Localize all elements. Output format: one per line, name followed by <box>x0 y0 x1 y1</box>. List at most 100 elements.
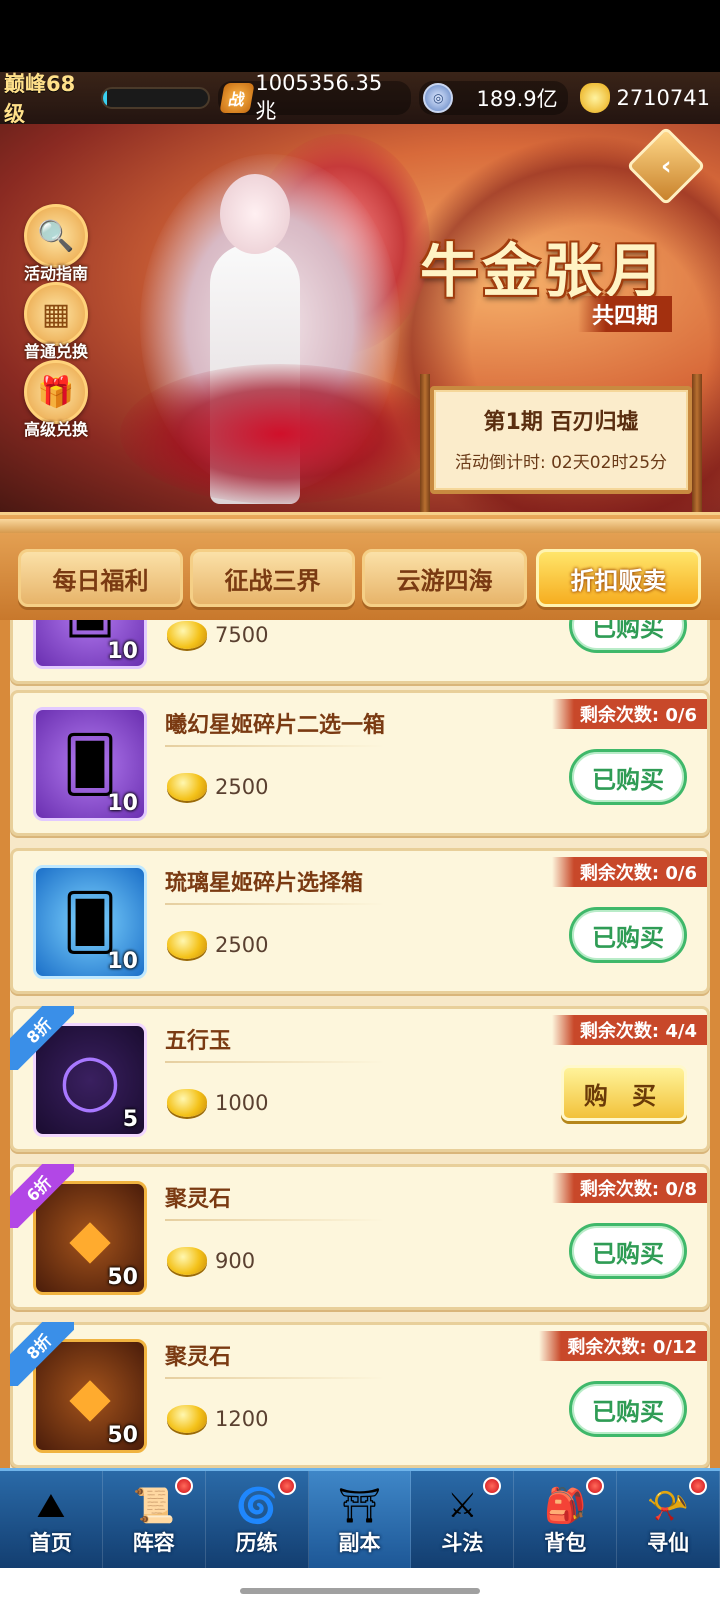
activity-guide-label: 活动指南 <box>23 264 88 283</box>
price-value: 1000 <box>215 1091 269 1115</box>
item-quantity: 50 <box>107 1265 138 1290</box>
back-arrow-icon: ‹ <box>660 151 672 181</box>
power-value: 1005356.35兆 <box>255 71 383 123</box>
power-display: 战 1005356.35兆 <box>217 71 412 123</box>
shop-list[interactable]: ▣ 10 7500 已购买 🂠 10 曦幻星姬碎片二选一箱 剩余次数: 0/6 … <box>0 620 720 1468</box>
nav-seek-immortal[interactable]: 📯 寻仙 <box>617 1471 720 1568</box>
nav-training[interactable]: 🌀 历练 <box>206 1471 309 1568</box>
normal-exchange-button[interactable]: ▦ 普通兑换 <box>18 282 94 362</box>
discount-tag: 6折 <box>10 1164 74 1228</box>
bought-button[interactable]: 已购买 <box>569 907 687 963</box>
shop-item: ◆ 50 8折 聚灵石 剩余次数: 0/12 1200 已购买 <box>10 1322 710 1468</box>
gate-dungeon-icon: ⛩ <box>337 1486 382 1526</box>
item-price: 900 <box>167 1247 255 1275</box>
nav-label: 副本 <box>338 1531 381 1555</box>
resource-bar: 巅峰68级 战 1005356.35兆 ◎ 189.9亿 2710741 <box>0 71 720 126</box>
item-name: 曦幻星姬碎片二选一箱 <box>165 713 386 738</box>
item-price: 2500 <box>167 931 268 959</box>
period-title: 第1期 百刃归墟 <box>483 410 639 435</box>
price-value: 900 <box>215 1249 256 1273</box>
bought-button[interactable]: 已购买 <box>569 1381 687 1437</box>
tab-daily-welfare[interactable]: 每日福利 <box>18 549 183 607</box>
notification-dot <box>174 1477 193 1495</box>
ingot-value: 2710741 <box>616 86 710 110</box>
item-price: 1000 <box>167 1089 268 1117</box>
ingot-display[interactable]: 2710741 <box>576 81 720 115</box>
remaining-count-badge: 剩余次数: 0/12 <box>539 1331 707 1361</box>
coin-value: 189.9亿 <box>476 87 558 111</box>
countdown-text: 活动倒计时: 02天02时25分 <box>454 453 668 473</box>
bought-button[interactable]: 已购买 <box>569 620 687 653</box>
discount-tag: 8折 <box>10 1006 74 1070</box>
magnifier-icon: 🔍 <box>24 204 88 268</box>
period-sign: 第1期 百刃归墟 活动倒计时: 02天02时25分 <box>430 386 692 494</box>
advanced-exchange-button[interactable]: 🎁 高级兑换 <box>18 360 94 440</box>
event-period-count: 共四期 <box>578 296 673 332</box>
gold-ingot-icon <box>167 773 207 801</box>
gift-box-icon: 🎁 <box>24 360 88 424</box>
nav-label: 阵容 <box>132 1531 175 1555</box>
tab-roam-seas[interactable]: 云游四海 <box>362 549 527 607</box>
remaining-count-badge: 剩余次数: 0/6 <box>551 857 707 887</box>
bottom-navigation: ⛰ 首页 📜 阵容 🌀 历练 ⛩ 副本 ⚔ 斗法 🎒 背包 📯 寻仙 <box>0 1468 720 1568</box>
nav-label: 背包 <box>544 1531 587 1555</box>
remaining-count-badge: 剩余次数: 4/4 <box>551 1015 707 1045</box>
item-icon: 🂠 10 <box>33 707 147 821</box>
gold-ingot-icon <box>167 1247 207 1275</box>
price-value: 2500 <box>215 933 269 957</box>
item-name: 聚灵石 <box>165 1345 232 1370</box>
nav-home[interactable]: ⛰ 首页 <box>0 1471 103 1568</box>
nav-label: 历练 <box>235 1531 278 1555</box>
coin-display[interactable]: ◎ 189.9亿 <box>419 81 568 115</box>
home-indicator[interactable] <box>240 1588 480 1594</box>
buy-button[interactable]: 购 买 <box>561 1065 687 1121</box>
gold-ingot-icon <box>167 1405 207 1433</box>
nav-label: 首页 <box>29 1531 72 1555</box>
notification-dot <box>689 1477 708 1495</box>
nav-dungeon[interactable]: ⛩ 副本 <box>308 1471 412 1568</box>
notification-dot <box>586 1477 605 1495</box>
remaining-count-badge: 剩余次数: 0/6 <box>551 699 707 729</box>
notification-dot <box>277 1477 296 1495</box>
gift-box-icon: ▦ <box>24 282 88 346</box>
copper-coin-icon: ◎ <box>423 83 454 113</box>
price-value: 7500 <box>215 623 269 647</box>
item-icon: ▣ 10 <box>33 620 147 669</box>
gold-ingot-icon <box>167 621 207 649</box>
activity-guide-button[interactable]: 🔍 活动指南 <box>18 204 94 284</box>
gold-ingot-icon <box>167 931 207 959</box>
nav-duel[interactable]: ⚔ 斗法 <box>411 1471 515 1568</box>
bought-button[interactable]: 已购买 <box>569 1223 687 1279</box>
character-head <box>220 174 290 254</box>
bought-button[interactable]: 已购买 <box>569 749 687 805</box>
price-value: 1200 <box>215 1407 269 1431</box>
item-price: 7500 <box>167 621 268 649</box>
player-level: 巅峰68级 <box>4 72 76 126</box>
item-icon: 🂠 10 <box>33 865 147 979</box>
sign-post-left <box>420 374 430 512</box>
discount-tag: 8折 <box>10 1322 74 1386</box>
item-quantity: 10 <box>107 639 138 664</box>
shop-item: ◆ 50 6折 聚灵石 剩余次数: 0/8 900 已购买 <box>10 1164 710 1310</box>
remaining-count-badge: 剩余次数: 0/8 <box>551 1173 707 1203</box>
sign-post-right <box>692 374 702 512</box>
item-name: 聚灵石 <box>165 1187 232 1212</box>
nav-backpack[interactable]: 🎒 背包 <box>514 1471 618 1568</box>
item-price: 1200 <box>167 1405 268 1433</box>
item-name: 五行玉 <box>165 1029 232 1054</box>
status-bar <box>0 0 720 72</box>
mountain-home-icon: ⛰ <box>36 1486 66 1526</box>
tab-three-realms[interactable]: 征战三界 <box>190 549 355 607</box>
notification-dot <box>483 1477 502 1495</box>
price-value: 2500 <box>215 775 269 799</box>
shop-item: ◯ 5 8折 五行玉 剩余次数: 4/4 1000 购 买 <box>10 1006 710 1152</box>
nav-label: 寻仙 <box>647 1531 690 1555</box>
advanced-exchange-label: 高级兑换 <box>23 420 88 439</box>
shop-item: 🂠 10 曦幻星姬碎片二选一箱 剩余次数: 0/6 2500 已购买 <box>10 690 710 836</box>
tab-discount-sale[interactable]: 折扣贩卖 <box>536 549 701 607</box>
item-name: 琉璃星姬碎片选择箱 <box>165 871 364 896</box>
normal-exchange-label: 普通兑换 <box>23 342 88 361</box>
nav-lineup[interactable]: 📜 阵容 <box>103 1471 206 1568</box>
item-price: 2500 <box>167 773 268 801</box>
shop-item: 🂠 10 琉璃星姬碎片选择箱 剩余次数: 0/6 2500 已购买 <box>10 848 710 994</box>
